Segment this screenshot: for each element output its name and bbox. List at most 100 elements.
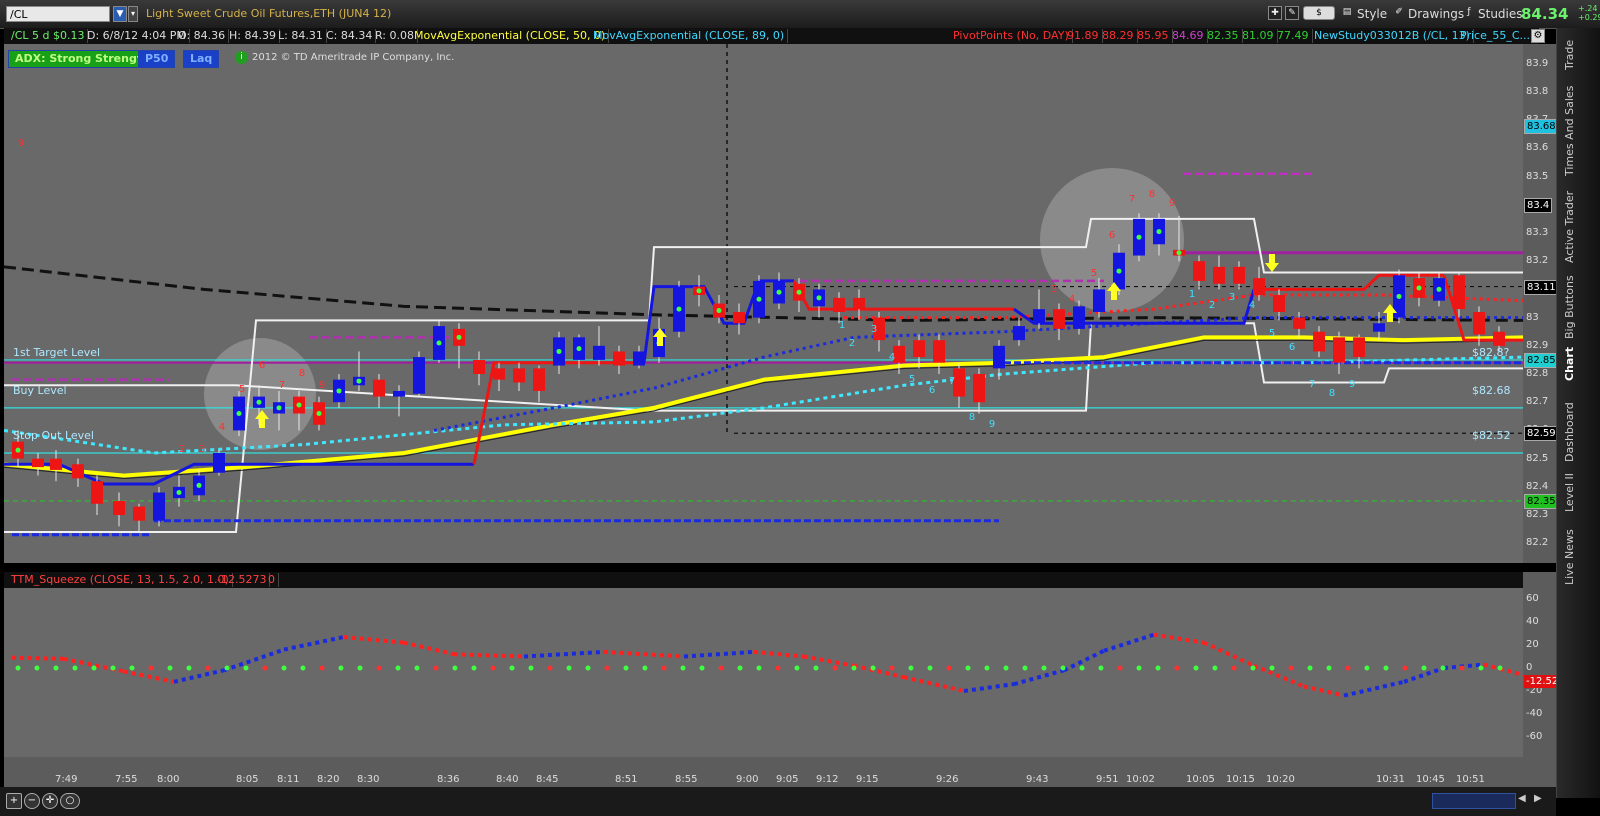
candle-body [1353, 337, 1365, 358]
ema89-label[interactable]: MovAvgExponential (CLOSE, 89, 0) [590, 29, 789, 43]
time-axis-label: 9:26 [936, 774, 959, 785]
squeeze-dot [1136, 665, 1142, 671]
squeeze-dot [737, 665, 743, 671]
bar-low: L: 84.31 [275, 29, 327, 43]
scroll-left-icon[interactable]: ◀ [1518, 793, 1530, 807]
right-tab-times-and-sales[interactable]: Times And Sales [1563, 86, 1589, 176]
right-tab-level-ii[interactable]: Level II [1563, 467, 1589, 517]
info-icon[interactable]: i [235, 51, 248, 64]
pivot-value: 77.49 [1274, 29, 1313, 43]
drawings-button[interactable]: Drawings [1408, 5, 1464, 23]
candle-body [133, 506, 145, 521]
momentum-segment [753, 649, 805, 659]
right-tab-live-news[interactable]: Live News [1563, 527, 1589, 587]
count-label: 7 [949, 376, 955, 387]
time-axis-label: 10:02 [1126, 774, 1155, 785]
pivot-label[interactable]: PivotPoints (No, DAY) [950, 29, 1073, 43]
price-chart[interactable]: 9234567891234567893456789123456789 [4, 44, 1523, 563]
candle-body [513, 368, 525, 383]
squeeze-dot [1079, 665, 1085, 671]
ttm-squeeze-label[interactable]: TTM_Squeeze (CLOSE, 13, 1.5, 2.0, 1.0) [8, 573, 233, 587]
squeeze-dot [889, 665, 895, 671]
count-label: 1 [1189, 289, 1195, 300]
squeeze-dot [794, 665, 800, 671]
squeeze-dot [585, 665, 591, 671]
momentum-segment [1253, 663, 1305, 689]
squeeze-dot [15, 665, 21, 671]
candle-body [1493, 331, 1505, 346]
price-axis-label: 83.5 [1526, 170, 1549, 182]
dollar-button[interactable]: $ [1303, 6, 1335, 20]
crosshair-icon[interactable]: ✚ [1268, 6, 1282, 20]
wrench-icon[interactable]: ✎ [1285, 6, 1299, 20]
time-axis-label: 8:11 [277, 774, 300, 785]
target-level-value: $82.8? [1472, 346, 1510, 359]
squeeze-dot [1193, 665, 1199, 671]
right-tab-big-buttons[interactable]: Big Buttons [1563, 272, 1589, 342]
price-axis-label: 83.6 [1526, 142, 1549, 154]
squeeze-dot [756, 665, 762, 671]
style-button[interactable]: Style [1357, 5, 1387, 23]
oscillator-axis-label: 0 [1526, 662, 1533, 673]
squeeze-dot [528, 665, 534, 671]
studies-button[interactable]: Studies [1478, 5, 1523, 23]
oscillator-axis-label: 60 [1526, 593, 1539, 604]
ttm-squeeze-chart[interactable] [4, 572, 1523, 757]
last-price: 84.34 [1521, 5, 1569, 23]
momentum-segment [803, 654, 855, 668]
squeeze-dot [1307, 665, 1313, 671]
count-label: 5 [1091, 268, 1097, 279]
signal-dot [1176, 250, 1182, 256]
oscillator-axis-label: 40 [1526, 616, 1539, 627]
fit-button[interactable]: ○ [60, 793, 80, 809]
squeeze-dot [1212, 665, 1218, 671]
price55-label[interactable]: Price_55_C... [1457, 29, 1535, 43]
candle-body [933, 340, 945, 363]
zoom-in-button[interactable]: + [6, 793, 22, 809]
price-axis-label: 82.7 [1526, 396, 1549, 408]
count-label: 6 [1289, 342, 1295, 353]
squeeze-dot [167, 665, 173, 671]
symbol-dropdown-icon[interactable]: ▼ [113, 6, 127, 22]
candle-body [413, 357, 425, 394]
time-axis-label: 8:40 [496, 774, 519, 785]
squeeze-dot [72, 665, 78, 671]
squeeze-dot [1231, 665, 1237, 671]
bar-high: H: 84.39 [226, 29, 280, 43]
momentum-segment [523, 649, 605, 659]
right-tab-dashboard[interactable]: Dashboard [1563, 402, 1589, 462]
adx-badge: ADX: Strong Strength [8, 50, 157, 68]
count-label: 3 [199, 444, 205, 455]
trail-red [792, 280, 1014, 311]
squeeze-dot [1421, 665, 1427, 671]
squeeze-dot [452, 665, 458, 671]
scrollbar-thumb[interactable] [1432, 793, 1516, 809]
momentum-segment [223, 647, 285, 673]
right-tab-active-trader[interactable]: Active Trader [1563, 187, 1589, 267]
crosshair-mode-button[interactable]: ✛ [42, 793, 58, 809]
zoom-out-button[interactable]: − [24, 793, 40, 809]
price-axis-badge: 82.59 [1524, 426, 1559, 442]
squeeze-dot [1326, 665, 1332, 671]
signal-dot [1156, 229, 1162, 235]
momentum-segment [343, 634, 405, 645]
chart-settings-icon[interactable]: ⚙ [1531, 29, 1545, 43]
count-label: 3 [1051, 284, 1057, 295]
oscillator-axis-label: -60 [1526, 731, 1543, 742]
scroll-right-icon[interactable]: ▶ [1534, 793, 1546, 807]
candle-body [32, 458, 44, 468]
right-tab-chart[interactable]: Chart [1563, 344, 1589, 384]
candle-body [913, 340, 925, 358]
count-label: 6 [259, 360, 265, 371]
signal-dot [256, 399, 262, 405]
ema50-label[interactable]: MovAvgExponential (CLOSE, 50, 0) [411, 29, 610, 43]
signal-dot [1116, 268, 1122, 274]
symbol-menu-icon[interactable]: ▾ [128, 6, 138, 22]
bottom-bar [0, 787, 1556, 816]
right-tab-trade[interactable]: Trade [1563, 30, 1589, 80]
newstudy-label[interactable]: NewStudy033012B (/CL, 13) [1311, 29, 1474, 43]
squeeze-dot [870, 665, 876, 671]
symbol-input[interactable]: /CL [6, 6, 110, 22]
pivot-value: 88.29 [1099, 29, 1138, 43]
squeeze-dot [1364, 665, 1370, 671]
